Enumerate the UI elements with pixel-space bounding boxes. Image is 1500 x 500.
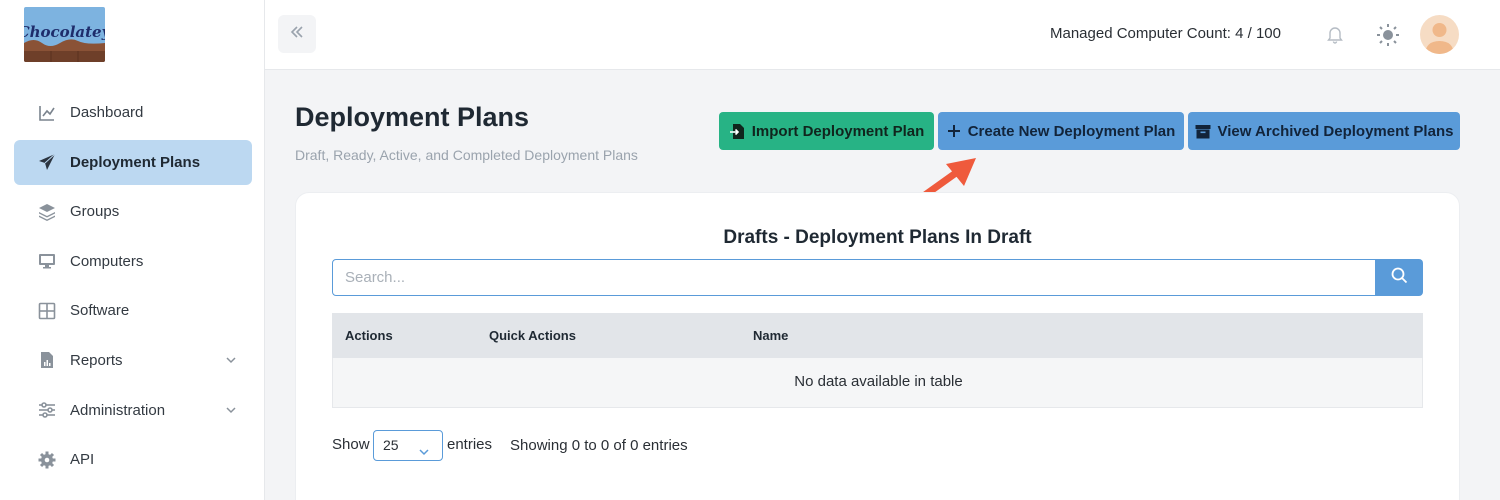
chevron-down-icon	[224, 403, 238, 417]
sidebar-item-label: Administration	[70, 401, 166, 419]
import-button-label: Import Deployment Plan	[751, 122, 925, 140]
sidebar-item-deployment-plans[interactable]: Deployment Plans	[14, 139, 252, 185]
table-body: No data available in table	[332, 358, 1423, 408]
create-new-deployment-plan-button[interactable]: Create New Deployment Plan	[938, 112, 1184, 150]
table-info: Showing 0 to 0 of 0 entries	[510, 437, 688, 454]
show-label: Show	[332, 436, 370, 453]
chevron-down-icon	[418, 439, 430, 468]
sidebar-item-dashboard[interactable]: Dashboard	[14, 90, 252, 135]
column-header-actions[interactable]: Actions	[345, 328, 393, 343]
chart-line-icon	[38, 104, 56, 122]
archived-button-label: View Archived Deployment Plans	[1217, 122, 1454, 140]
file-chart-icon	[38, 351, 56, 369]
managed-computer-count: Managed Computer Count: 4 / 100	[1050, 25, 1281, 42]
paper-plane-icon	[38, 153, 56, 171]
column-header-quick-actions[interactable]: Quick Actions	[489, 328, 576, 343]
sidebar-item-label: API	[70, 451, 95, 469]
sidebar-nav: Dashboard Deployment Plans Groups Comput…	[14, 90, 252, 487]
sidebar-item-label: Dashboard	[70, 104, 144, 121]
page-size-select[interactable]: 25	[373, 430, 443, 461]
archive-box-icon	[1195, 124, 1211, 139]
page-size-value: 25	[383, 437, 399, 453]
page-subtitle: Draft, Ready, Active, and Completed Depl…	[295, 147, 638, 163]
sidebar-item-label: Deployment Plans	[70, 153, 201, 171]
chocolatey-logo[interactable]: Chocolatey	[24, 7, 105, 62]
sun-icon[interactable]	[1376, 23, 1400, 52]
collapse-sidebar-button[interactable]	[278, 15, 316, 53]
sidebar-item-label: Groups	[70, 203, 120, 221]
sidebar-item-label: Software	[70, 302, 130, 320]
logo-wordmark: Chocolatey	[24, 23, 105, 41]
sidebar-item-api[interactable]: API	[14, 437, 252, 482]
gear-icon	[38, 451, 56, 469]
empty-table-message: No data available in table	[794, 373, 963, 390]
top-bar: Managed Computer Count: 4 / 100	[265, 0, 1500, 70]
sidebar-item-reports[interactable]: Reports	[14, 338, 252, 383]
layers-icon	[38, 203, 56, 221]
chevron-down-icon	[224, 353, 238, 367]
import-deployment-plan-button[interactable]: Import Deployment Plan	[719, 112, 934, 150]
sidebar-item-software[interactable]: Software	[14, 288, 252, 333]
table-header: Actions Quick Actions Name	[332, 313, 1423, 358]
sidebar-item-label: Reports	[70, 351, 123, 369]
search-button[interactable]	[1375, 259, 1423, 296]
create-button-label: Create New Deployment Plan	[967, 122, 1176, 140]
table-title: Drafts - Deployment Plans In Draft	[723, 227, 1032, 248]
double-chevron-left-icon	[289, 25, 305, 44]
sidebar-item-administration[interactable]: Administration	[14, 388, 252, 433]
view-archived-deployment-plans-button[interactable]: View Archived Deployment Plans	[1188, 112, 1460, 150]
user-avatar[interactable]	[1420, 15, 1459, 54]
grid-icon	[38, 302, 56, 320]
plus-icon	[947, 124, 961, 138]
bell-icon[interactable]	[1326, 25, 1344, 49]
search-icon	[1391, 267, 1408, 289]
column-header-name[interactable]: Name	[753, 328, 788, 343]
entries-label: entries	[447, 436, 493, 453]
sidebar: Chocolatey Dashboard Deployment Plans Gr…	[0, 0, 265, 500]
monitor-icon	[38, 252, 56, 270]
search-input[interactable]	[332, 259, 1378, 296]
sliders-icon	[38, 401, 56, 419]
file-import-icon	[729, 123, 745, 140]
page-title: Deployment Plans	[295, 102, 530, 132]
sidebar-item-label: Computers	[70, 252, 144, 270]
